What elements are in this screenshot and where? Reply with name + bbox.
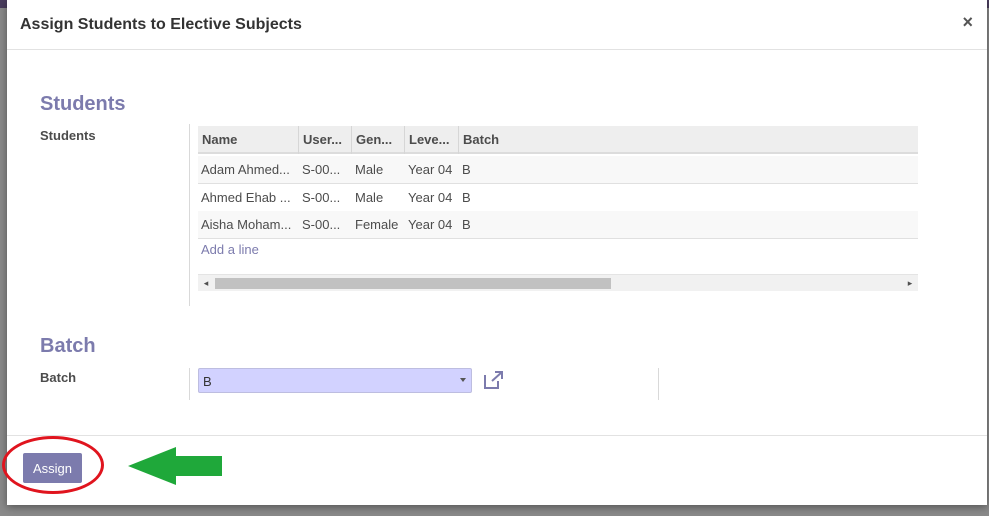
column-header-batch[interactable]: Batch: [459, 126, 918, 154]
cell-name: Ahmed Ehab ...: [201, 190, 291, 205]
table-row[interactable]: Ahmed Ehab ... S-00... Male Year 04 B: [198, 184, 918, 212]
cell-user: S-00...: [302, 217, 341, 232]
cell-level: Year 04: [408, 162, 453, 177]
table-row[interactable]: Aisha Moham... S-00... Female Year 04 B: [198, 211, 918, 239]
modal-footer: Assign: [7, 435, 987, 505]
table-header: Name User... Gen... Leve... Batch: [198, 126, 918, 154]
batch-select[interactable]: B: [198, 368, 472, 393]
cell-gender: Male: [355, 190, 384, 205]
table-row[interactable]: Adam Ahmed... S-00... Male Year 04 B: [198, 156, 918, 184]
field-divider: [658, 368, 659, 400]
scroll-left-icon[interactable]: ◂: [199, 277, 213, 290]
chevron-down-icon[interactable]: [460, 378, 466, 382]
batch-section-title: Batch: [40, 335, 96, 357]
external-link-icon[interactable]: [483, 370, 505, 390]
modal-header: Assign Students to Elective Subjects ×: [7, 0, 987, 50]
cell-gender: Female: [355, 217, 399, 232]
horizontal-scrollbar[interactable]: ◂ ▸: [198, 274, 918, 291]
column-header-name[interactable]: Name: [198, 126, 299, 154]
cell-name: Adam Ahmed...: [201, 162, 290, 177]
assign-button[interactable]: Assign: [23, 453, 82, 483]
students-section-title: Students: [40, 93, 126, 115]
students-field-label: Students: [40, 128, 96, 143]
cell-batch: B: [462, 217, 471, 232]
close-icon[interactable]: ×: [962, 12, 973, 32]
cell-level: Year 04: [408, 217, 453, 232]
cell-gender: Male: [355, 162, 384, 177]
batch-select-value: B: [203, 374, 212, 389]
column-header-user[interactable]: User...: [299, 126, 352, 154]
assign-students-dialog: Assign Students to Elective Subjects × S…: [7, 0, 987, 505]
cell-user: S-00...: [302, 162, 341, 177]
field-divider: [189, 124, 190, 306]
modal-title: Assign Students to Elective Subjects: [20, 16, 302, 33]
field-divider: [189, 368, 190, 400]
cell-batch: B: [462, 190, 471, 205]
column-header-level[interactable]: Leve...: [405, 126, 459, 154]
scroll-right-icon[interactable]: ▸: [903, 277, 917, 290]
batch-field-label: Batch: [40, 370, 77, 385]
cell-user: S-00...: [302, 190, 341, 205]
cell-batch: B: [462, 162, 471, 177]
column-header-gender[interactable]: Gen...: [352, 126, 405, 154]
scrollbar-thumb[interactable]: [215, 278, 611, 289]
add-a-line-link[interactable]: Add a line: [201, 242, 259, 257]
students-table: Name User... Gen... Leve... Batch Adam A…: [198, 126, 918, 291]
cell-level: Year 04: [408, 190, 453, 205]
cell-name: Aisha Moham...: [201, 217, 292, 232]
